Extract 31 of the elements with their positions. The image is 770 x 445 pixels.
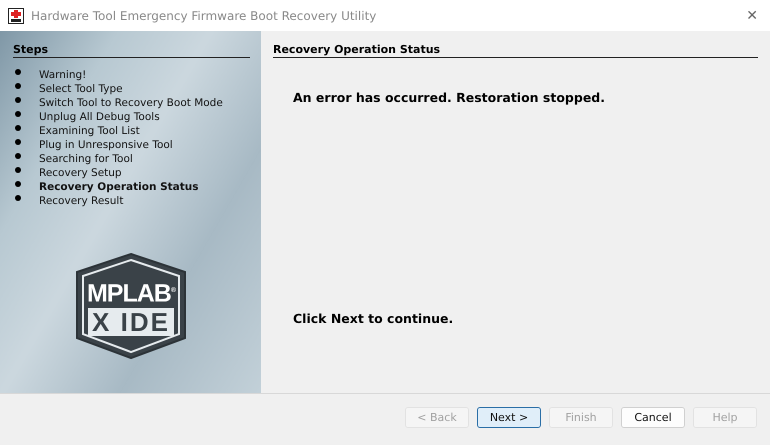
step-label: Recovery Operation Status <box>39 181 198 193</box>
window-title: Hardware Tool Emergency Firmware Boot Recovery Utility <box>31 8 378 22</box>
logo-text: MPLAB$^{®}$ <box>86 278 176 308</box>
bullet-icon <box>15 111 21 117</box>
bullet-icon <box>15 83 21 89</box>
logo-text: X IDE <box>88 308 174 336</box>
bullet-icon <box>15 195 21 201</box>
step-label: Switch Tool to Recovery Boot Mode <box>39 97 223 109</box>
bullet-icon <box>15 181 21 187</box>
bullet-icon <box>15 97 21 103</box>
step-label: Examining Tool List <box>39 125 140 137</box>
step-label: Recovery Setup <box>39 167 122 179</box>
bullet-icon <box>15 153 21 159</box>
steps-heading: Steps <box>13 43 250 58</box>
app-icon <box>8 8 24 24</box>
error-message: An error has occurred. Restoration stopped. <box>293 90 606 105</box>
step-label: Plug in Unresponsive Tool <box>39 139 173 151</box>
bullet-icon <box>15 139 21 145</box>
step-label: Unplug All Debug Tools <box>39 111 160 123</box>
close-button[interactable]: ✕ <box>742 8 762 24</box>
step-label: Warning! <box>39 69 86 81</box>
bullet-icon <box>15 69 21 75</box>
step-label: Select Tool Type <box>39 83 123 95</box>
bullet-icon <box>15 167 21 173</box>
instruction-text: Click Next to continue. <box>293 311 454 326</box>
step-label: Searching for Tool <box>39 153 133 165</box>
page-heading: Recovery Operation Status <box>273 43 758 58</box>
bullet-icon <box>15 125 21 131</box>
step-label: Recovery Result <box>39 195 124 207</box>
wizard-button[interactable]: Next > <box>477 407 541 428</box>
wizard-button[interactable]: Cancel <box>621 407 685 428</box>
